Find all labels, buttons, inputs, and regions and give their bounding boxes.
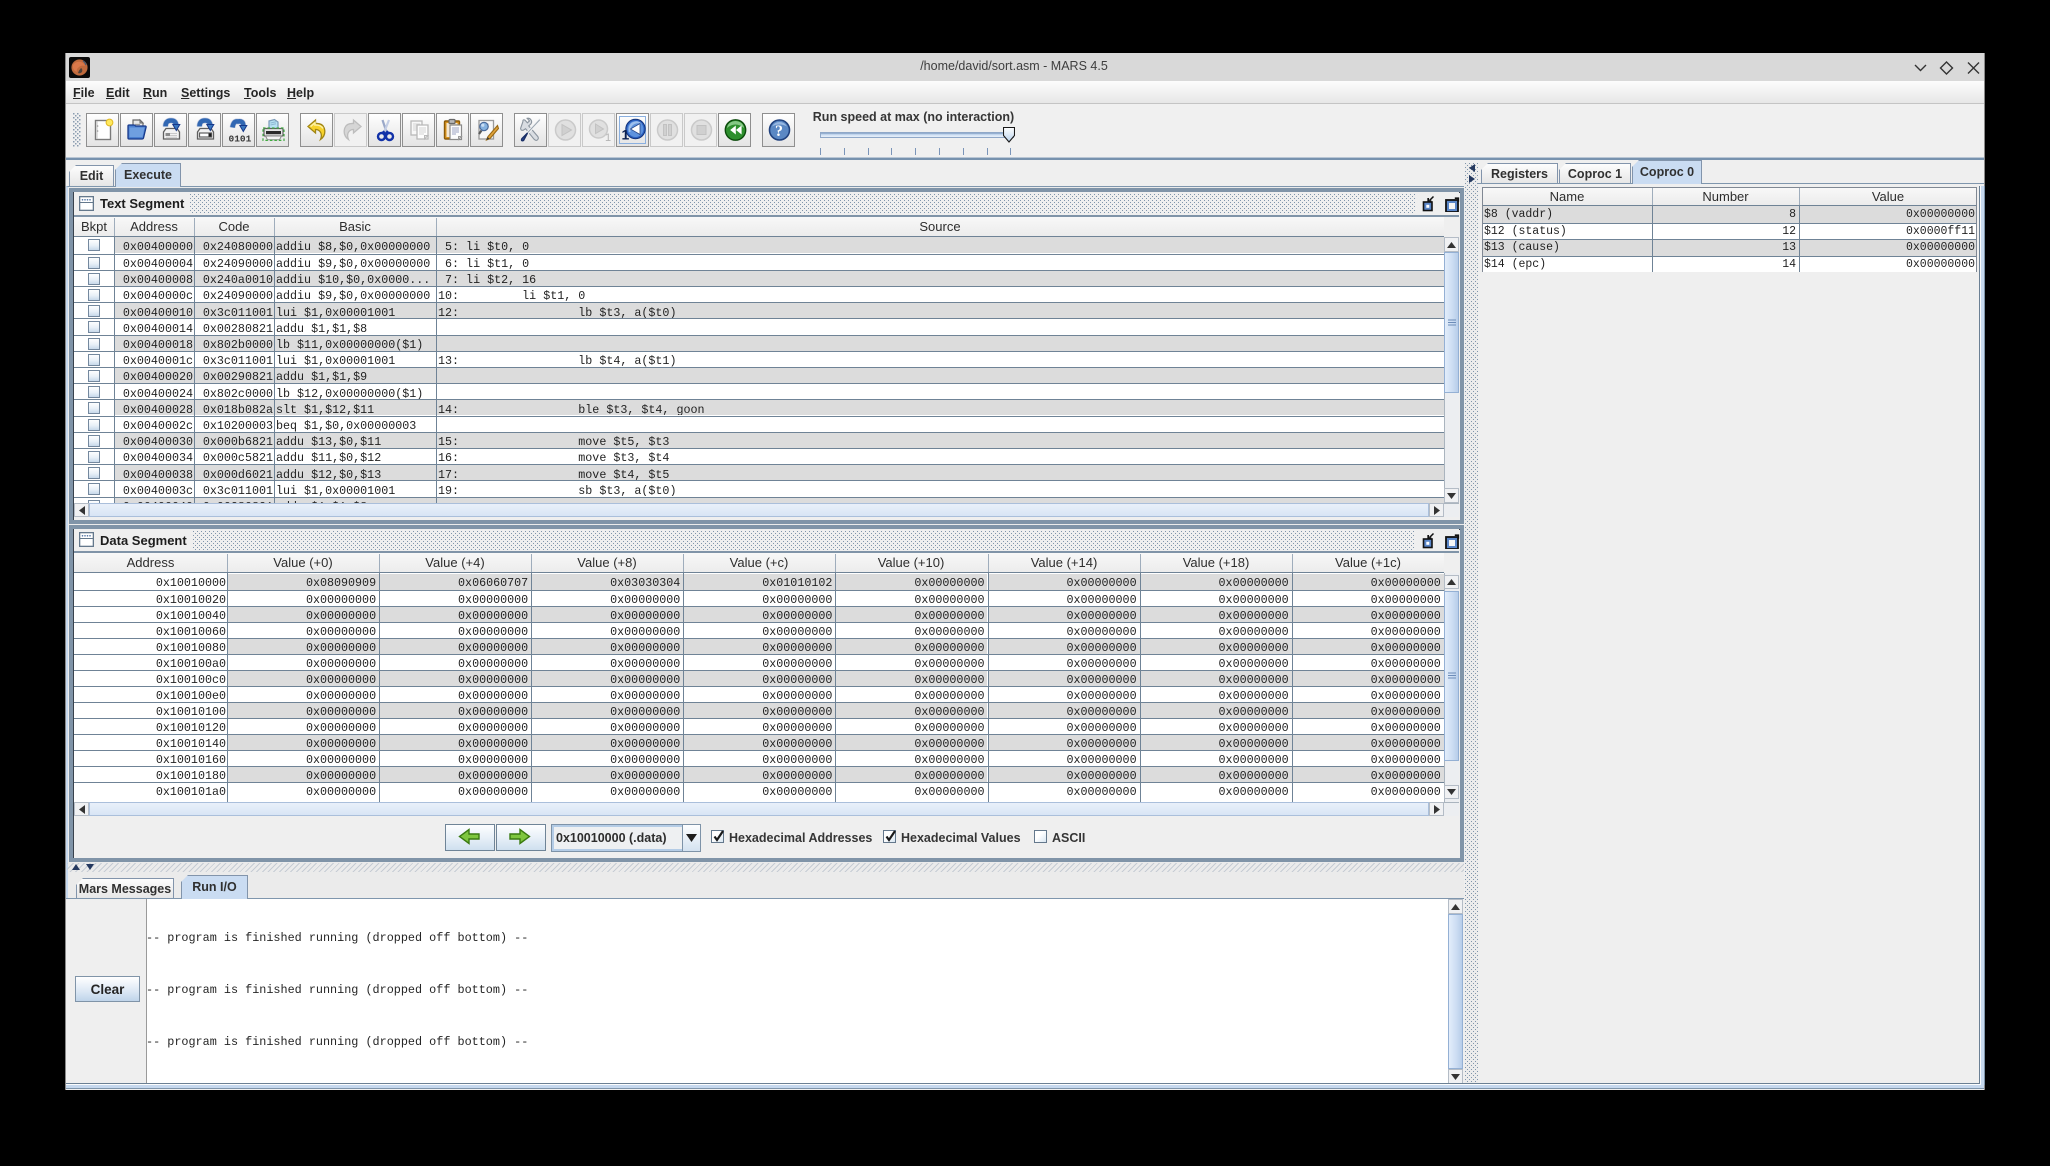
svg-text:0101: 0101 <box>229 134 252 145</box>
svg-text:?: ? <box>775 123 783 140</box>
svg-text:1: 1 <box>605 132 611 144</box>
svg-text:1: 1 <box>622 127 630 143</box>
